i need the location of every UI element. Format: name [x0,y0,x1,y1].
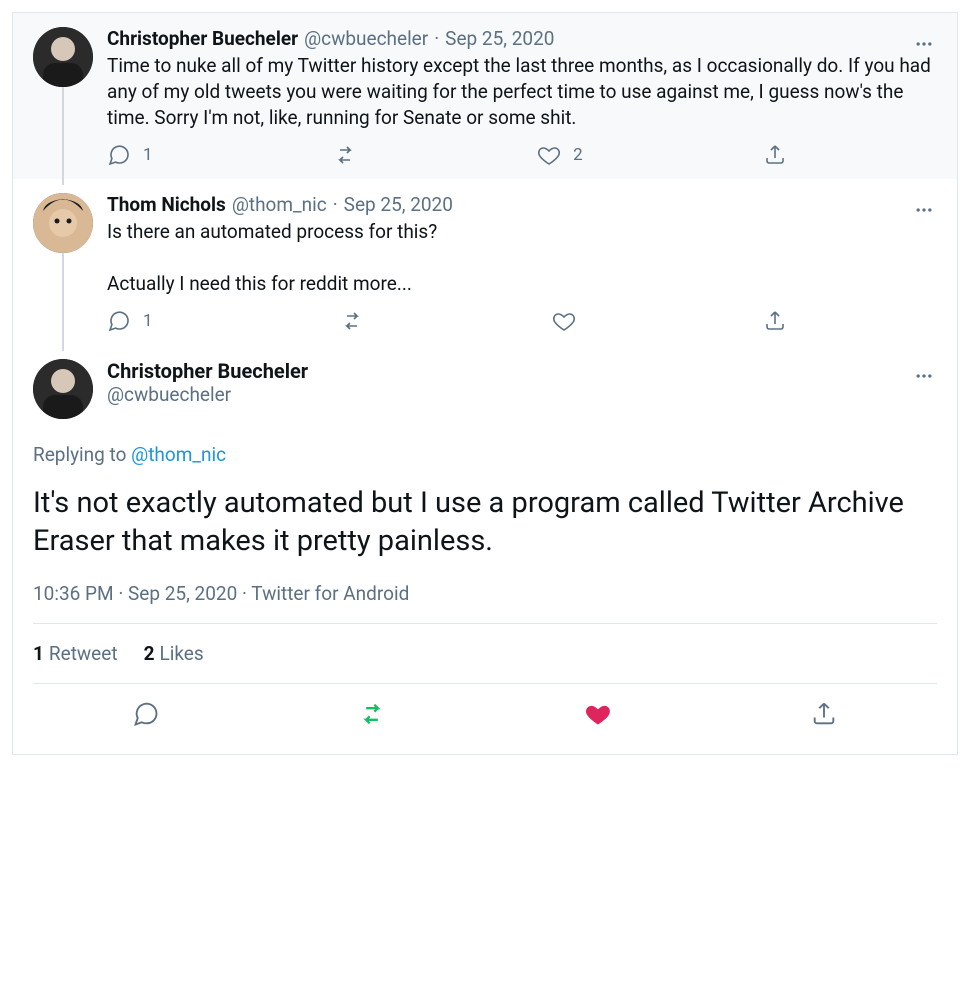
replying-label: Replying to [33,443,131,466]
avatar-column [33,27,93,171]
tweet-actions: 1 [107,309,787,337]
main-tweet-text: It's not exactly automated but I use a p… [33,484,937,560]
tweet-header: Thom Nichols @thom_nic · Sep 25, 2020 [107,193,937,217]
separator-dot: · [434,27,439,51]
tweet-actions: 1 2 [107,143,787,171]
reply-count: 1 [143,145,153,165]
share-button[interactable] [763,143,787,167]
tweet-text: Is there an automated process for this? … [107,219,937,297]
tweet-meta: 10:36 PM · Sep 25, 2020 · Twitter for An… [33,582,937,623]
replying-handle-link[interactable]: @thom_nic [131,443,226,466]
ancestor-tweet[interactable]: Thom Nichols @thom_nic · Sep 25, 2020 Is… [13,179,957,345]
tweet-header: Christopher Buecheler @cwbuecheler · Sep… [107,27,937,51]
share-button[interactable] [804,694,844,734]
ancestor-tweet[interactable]: Christopher Buecheler @cwbuecheler · Sep… [13,13,957,179]
display-name[interactable]: Thom Nichols [107,193,226,217]
tweet-text: Time to nuke all of my Twitter history e… [107,53,937,131]
reply-button[interactable]: 1 [107,309,153,333]
separator-dot: · [333,193,338,217]
more-options-button[interactable] [907,27,941,61]
replying-to: Replying to @thom_nic [33,443,937,466]
separator-dot: · [237,582,251,605]
tweet-date[interactable]: Sep 25, 2020 [445,27,554,51]
like-count: 2 [573,145,583,165]
tweet-date[interactable]: Sep 25, 2020 [128,582,237,605]
user-handle[interactable]: @thom_nic [232,193,327,217]
tweet-body: Christopher Buecheler @cwbuecheler · Sep… [107,27,937,171]
tweet-source[interactable]: Twitter for Android [251,582,409,605]
avatar[interactable] [33,27,93,87]
tweet-body: Thom Nichols @thom_nic · Sep 25, 2020 Is… [107,193,937,337]
main-tweet-actions [33,684,937,748]
tweet-stats: 1Retweet 2Likes [33,624,937,683]
retweets-count: 1 [33,642,44,665]
avatar[interactable] [33,359,93,419]
share-button[interactable] [763,309,787,333]
thread-connector [62,253,64,351]
likes-stat[interactable]: 2Likes [144,642,204,665]
likes-count: 2 [144,642,155,665]
main-tweet: Christopher Buecheler @cwbuecheler Reply… [13,345,957,754]
thread-connector [62,87,64,185]
retweet-button[interactable] [340,309,364,333]
reply-button[interactable]: 1 [107,143,153,167]
tweet-thread-container: Christopher Buecheler @cwbuecheler · Sep… [12,12,958,755]
user-handle[interactable]: @cwbuecheler [304,27,428,51]
retweets-stat[interactable]: 1Retweet [33,642,118,665]
more-options-button[interactable] [907,193,941,227]
tweet-date[interactable]: Sep 25, 2020 [344,193,453,217]
like-button[interactable] [578,694,618,734]
user-handle[interactable]: @cwbuecheler [107,383,308,406]
retweets-label: Retweet [49,642,118,665]
reply-button[interactable] [126,694,166,734]
user-names: Christopher Buecheler @cwbuecheler [107,359,308,406]
tweet-time[interactable]: 10:36 PM [33,582,114,605]
avatar[interactable] [33,193,93,253]
avatar-column [33,193,93,337]
display-name[interactable]: Christopher Buecheler [107,27,298,51]
main-tweet-header: Christopher Buecheler @cwbuecheler [33,359,937,419]
retweet-button[interactable] [352,694,392,734]
like-button[interactable]: 2 [537,143,583,167]
likes-label: Likes [159,642,203,665]
like-button[interactable] [552,309,576,333]
display-name[interactable]: Christopher Buecheler [107,359,308,383]
more-options-button[interactable] [907,359,941,393]
retweet-button[interactable] [333,143,357,167]
reply-count: 1 [143,311,153,331]
separator-dot: · [114,582,128,605]
